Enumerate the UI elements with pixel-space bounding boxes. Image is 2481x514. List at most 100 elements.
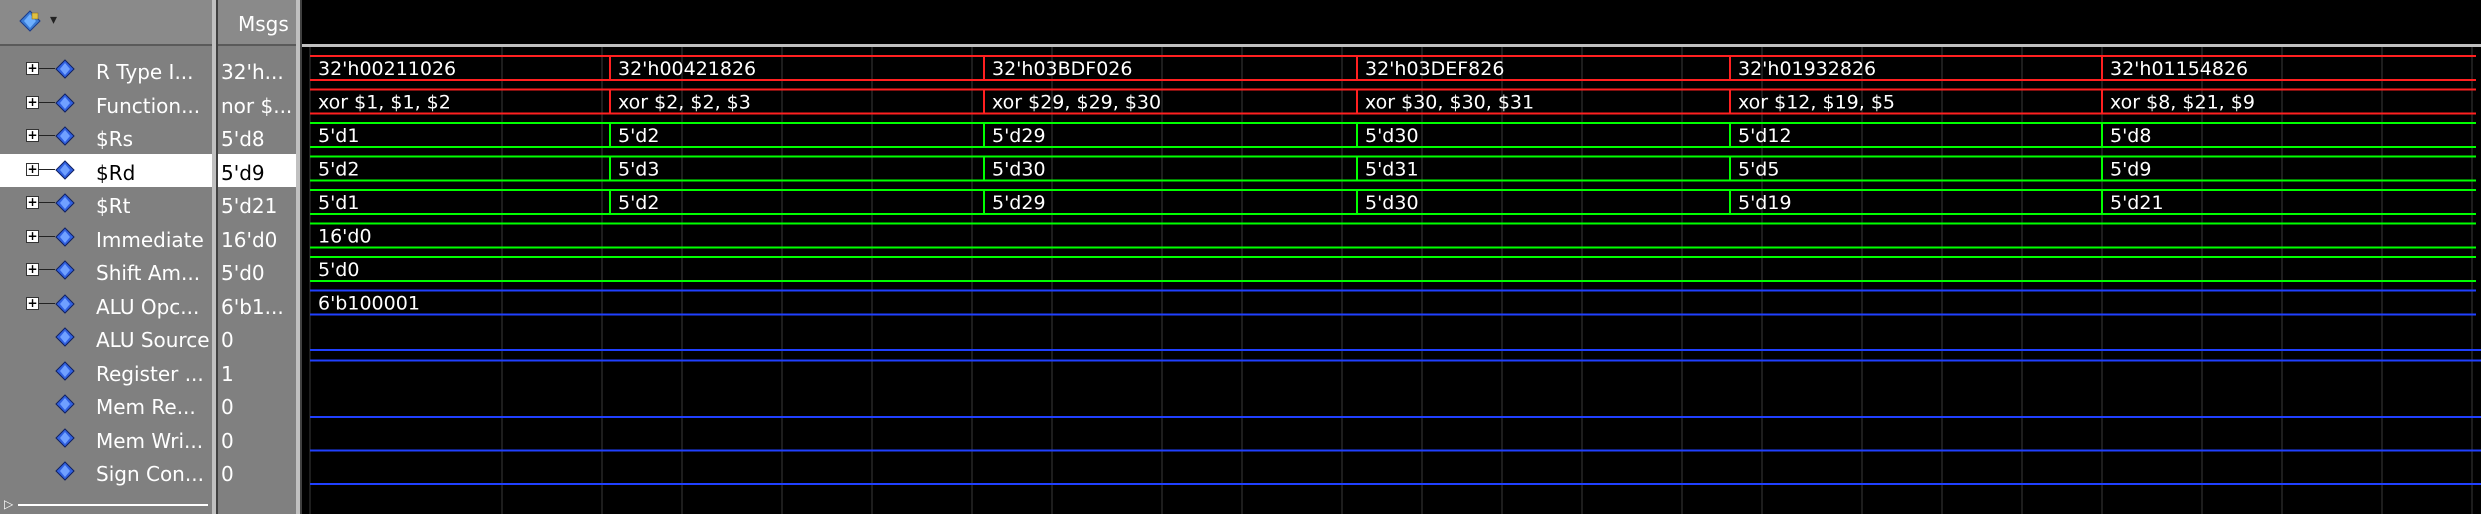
signal-diamond-icon [55,293,75,314]
expand-icon[interactable]: + [26,95,39,109]
expand-icon[interactable]: + [26,129,39,142]
signal-row[interactable]: + Shift Am... [0,254,212,287]
bus-value-label: 5'd30 [992,159,1046,181]
signal-row[interactable]: + $Rd [0,153,212,187]
signal-name: ALU Opc... [96,294,200,319]
signal-value: 5'd0 [221,261,265,285]
signal-value-cell[interactable]: 5'd8 [218,120,296,153]
signal-row[interactable]: + ALU Opc... [0,288,212,321]
expand-icon[interactable]: + [26,62,39,75]
signal-diamond-icon [55,126,75,146]
signal-name: ALU Source [96,328,210,352]
waveform-trace: xor $1, $1, $2 xor $2, $2, $3 xor $29, $29… [310,88,2476,115]
signal-diamond-icon [55,193,75,213]
signal-value-cell[interactable]: 6'b1... [218,288,296,321]
tree-connector [39,68,55,69]
signal-row[interactable]: + Function... [0,87,212,120]
scrollbar-track[interactable] [18,504,208,506]
bus-value-label: 5'd0 [318,259,359,281]
bus-value-label: 16'd0 [318,226,372,248]
signal-row[interactable]: Mem Wri... [0,422,212,455]
tree-connector [39,269,55,270]
wave-diamond-icon[interactable] [18,9,42,33]
signal-name: Register ... [96,361,204,386]
bus-value-label: 5'd31 [1365,159,1419,181]
signal-diamond-icon [55,92,75,113]
tree-connector [39,168,55,170]
tree-connector [39,135,55,136]
signal-value: 6'b1... [221,294,284,319]
scroll-left-icon[interactable]: ▷ [4,497,13,511]
signal-name: $Rd [96,160,136,185]
waveform-pane[interactable]: 32'h00211026 32'h00421826 32'h03BDF026 32'h… [302,0,2481,514]
bus-value-label: 5'd9 [2110,159,2151,181]
bus-value-label: xor $30, $30, $31 [1365,92,1534,114]
signal-value: 0 [221,428,234,453]
expand-icon[interactable]: + [26,229,39,243]
bus-value-label: 32'h01154826 [2110,58,2248,80]
signal-row[interactable]: + $Rt [0,187,212,220]
signal-value: 5'd8 [221,127,265,151]
bus-value-label: 5'd1 [318,125,359,147]
expand-icon[interactable]: + [26,263,39,276]
expand-icon[interactable]: + [26,296,39,310]
signal-diamond-icon [55,260,75,280]
signal-value-cell[interactable]: 0 [218,388,296,421]
bus-value-label: xor $2, $2, $3 [618,92,751,114]
signal-row[interactable]: ALU Source [0,321,212,354]
signal-value: 0 [221,395,234,419]
signal-value-cell[interactable]: 32'h... [218,53,296,86]
bus-value-label: 5'd5 [1738,159,1779,181]
signal-row[interactable]: + R Type I... [0,53,212,86]
bus-value-label: xor $12, $19, $5 [1738,92,1895,114]
signal-value-cell[interactable]: 1 [218,355,296,388]
bus-value-label: xor $8, $21, $9 [2110,92,2255,114]
signal-value-cell[interactable]: 5'd9 [218,153,296,187]
signal-name: Sign Con... [96,462,204,486]
expand-icon[interactable]: + [26,162,39,176]
bus-value-label: 5'd3 [618,159,659,181]
signal-value-cell[interactable]: 0 [218,422,296,455]
bus-value-label: 6'b100001 [318,293,420,315]
waveform-trace: 5'd1 5'd2 5'd29 5'd30 5'd12 5'd8 [310,122,2476,148]
bus-value-label: 5'd29 [992,125,1046,147]
bus-value-label: 5'd21 [2110,192,2164,214]
signal-value: 1 [221,361,234,386]
signal-value-cell[interactable]: 5'd0 [218,254,296,287]
signal-value: 32'h... [221,60,284,84]
waveform-trace: 6'b100001 [310,289,2476,316]
bus-value-label: 32'h03DEF826 [1365,58,1504,80]
signal-name: Shift Am... [96,261,201,285]
signal-value-cell[interactable]: nor $... [218,87,296,120]
chevron-down-icon[interactable]: ▾ [50,12,57,28]
signal-value: 0 [221,462,234,486]
signal-row[interactable]: + Immediate [0,221,212,254]
bus-value-label: 5'd2 [318,159,359,181]
signal-name: $Rt [96,194,131,218]
bus-value-label: 5'd1 [318,192,359,214]
msgs-header: Msgs [218,0,296,46]
signal-row[interactable]: Mem Re... [0,388,212,421]
tree-connector [39,235,55,237]
signal-value: 16'd0 [221,227,278,252]
signal-value-cell[interactable]: 0 [218,321,296,354]
waveform-canvas[interactable]: 32'h00211026 32'h00421826 32'h03BDF026 32'h… [302,0,2481,514]
bus-value-label: 32'h03BDF026 [992,58,1132,80]
bus-value-label: 5'd12 [1738,125,1792,147]
signal-row[interactable]: Sign Con... [0,455,212,488]
signal-diamond-icon [55,59,75,79]
waveform-trace: 5'd2 5'd3 5'd30 5'd31 5'd5 5'd9 [310,155,2476,182]
bus-value-label: 32'h00211026 [318,58,456,80]
msgs-label: Msgs [238,12,289,36]
horizontal-scrollbar[interactable]: ▷ [0,494,212,514]
tree-connector [39,302,55,304]
signal-value-cell[interactable]: 5'd21 [218,187,296,220]
signal-name: Function... [96,93,201,118]
expand-icon[interactable]: + [26,196,39,209]
toolbar-header: ▾ [0,0,212,46]
signal-row[interactable]: Register ... [0,355,212,388]
signal-row[interactable]: + $Rs [0,120,212,153]
values-pane: Msgs 32'h... nor $... 5'd8 5'd9 5'd21 16'd0 5'… [218,0,296,514]
signal-value-cell[interactable]: 0 [218,455,296,488]
signal-value-cell[interactable]: 16'd0 [218,221,296,254]
